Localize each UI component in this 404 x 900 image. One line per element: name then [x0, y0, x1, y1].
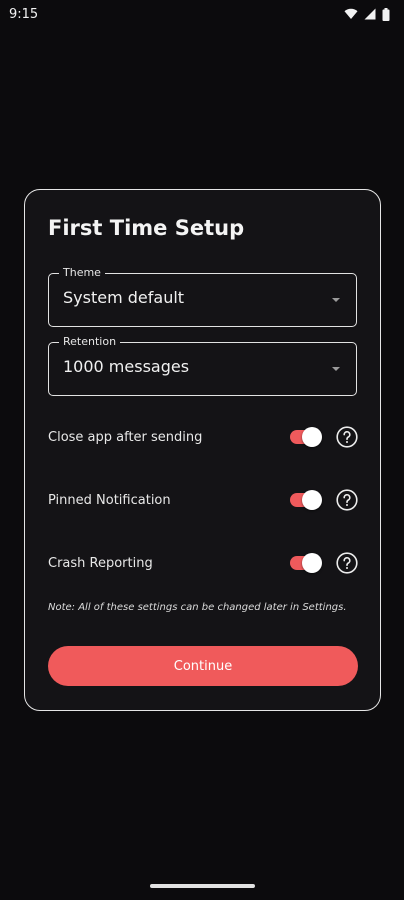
- setting-pinned-notification: Pinned Notification: [48, 485, 358, 515]
- help-icon[interactable]: [336, 489, 358, 511]
- status-icons: [344, 7, 390, 21]
- help-icon[interactable]: [336, 552, 358, 574]
- home-indicator[interactable]: [150, 884, 255, 888]
- wifi-icon: [344, 8, 358, 19]
- retention-value: 1000 messages: [63, 357, 190, 376]
- setting-label: Close app after sending: [48, 429, 203, 445]
- toggle-thumb: [302, 427, 322, 447]
- retention-dropdown[interactable]: Retention 1000 messages: [48, 335, 357, 396]
- setting-label: Pinned Notification: [48, 492, 171, 508]
- close-app-toggle[interactable]: [290, 427, 322, 447]
- setting-close-app: Close app after sending: [48, 422, 358, 452]
- chevron-down-icon: [332, 298, 340, 302]
- setup-dialog: First Time Setup Theme System default Re…: [24, 189, 381, 711]
- theme-label: Theme: [59, 266, 105, 280]
- theme-value: System default: [63, 288, 185, 307]
- chevron-down-icon: [332, 367, 340, 371]
- continue-button[interactable]: Continue: [48, 646, 358, 686]
- setting-label: Crash Reporting: [48, 555, 153, 571]
- pinned-notification-toggle[interactable]: [290, 490, 322, 510]
- toggle-thumb: [302, 553, 322, 573]
- theme-dropdown[interactable]: Theme System default: [48, 266, 357, 327]
- help-icon[interactable]: [336, 426, 358, 448]
- settings-note: Note: All of these settings can be chang…: [48, 602, 347, 613]
- dialog-title: First Time Setup: [48, 216, 245, 240]
- signal-icon: [364, 8, 376, 20]
- toggle-thumb: [302, 490, 322, 510]
- status-time: 9:15: [9, 6, 39, 22]
- status-bar: 9:15: [0, 0, 404, 28]
- setting-crash-reporting: Crash Reporting: [48, 548, 358, 578]
- crash-reporting-toggle[interactable]: [290, 553, 322, 573]
- retention-label: Retention: [59, 335, 121, 349]
- battery-icon: [382, 7, 390, 21]
